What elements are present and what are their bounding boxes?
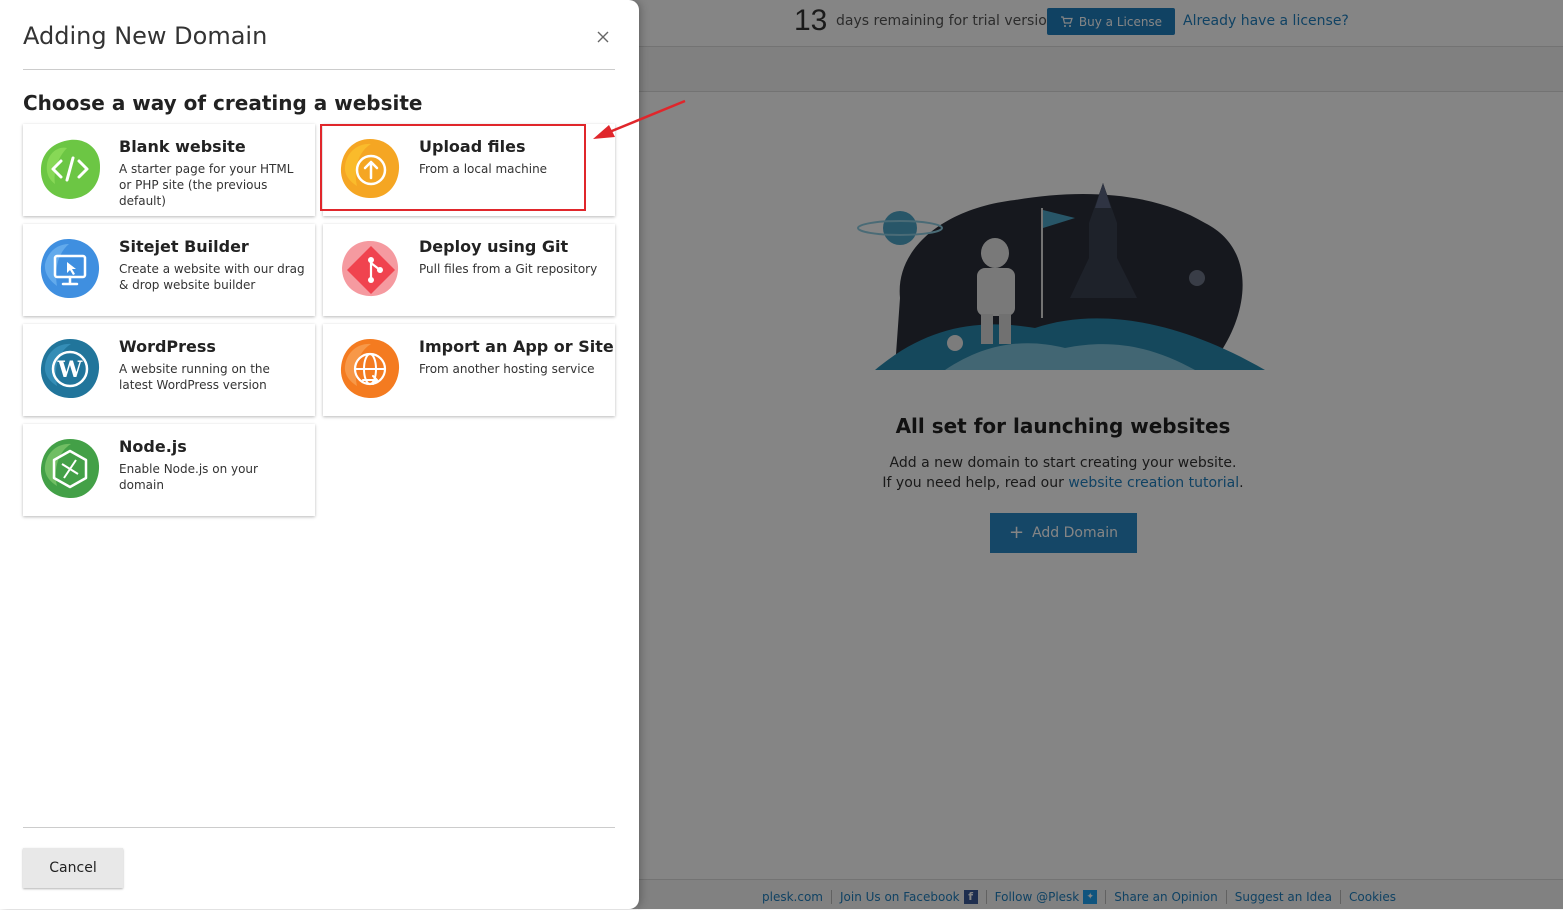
option-title: Blank website — [119, 137, 246, 156]
option-description: A website running on the latest WordPres… — [119, 362, 270, 392]
wordpress-icon: W — [40, 339, 100, 399]
option-title: Deploy using Git — [419, 237, 569, 256]
monitor-cursor-icon — [40, 238, 100, 299]
option-blank-website[interactable]: Blank website A starter page for your HT… — [23, 124, 315, 216]
option-title: WordPress — [119, 337, 216, 356]
close-icon — [597, 31, 609, 43]
code-icon — [40, 139, 101, 199]
option-title: Node.js — [119, 437, 187, 456]
option-description: Create a website with our drag & drop we… — [119, 262, 305, 292]
upload-arrow-icon — [340, 139, 400, 199]
option-description: A starter page for your HTML or PHP site… — [119, 162, 294, 208]
option-upload-files[interactable]: Upload files From a local machine — [323, 124, 615, 216]
option-wordpress[interactable]: W WordPress A website running on the lat… — [23, 324, 315, 416]
option-title: Upload files — [419, 137, 526, 156]
option-description: From a local machine — [419, 162, 548, 176]
drawer-title: Adding New Domain — [23, 22, 268, 50]
adding-domain-drawer: Adding New Domain Choose a way of creati… — [0, 0, 639, 909]
option-nodejs[interactable]: Node.js Enable Node.js on your domain — [23, 424, 315, 516]
option-deploy-git[interactable]: Deploy using Git Pull files from a Git r… — [323, 224, 615, 316]
svg-text:W: W — [57, 357, 83, 383]
cancel-button[interactable]: Cancel — [23, 848, 123, 888]
option-title: Sitejet Builder — [119, 237, 249, 256]
divider — [23, 827, 615, 828]
option-description: From another hosting service — [419, 362, 595, 376]
option-import-app[interactable]: Import an App or Site From another hosti… — [323, 324, 615, 416]
close-button[interactable] — [592, 26, 614, 48]
option-title: Import an App or Site — [419, 337, 614, 356]
option-sitejet-builder[interactable]: Sitejet Builder Create a website with ou… — [23, 224, 315, 316]
divider — [23, 69, 615, 70]
option-description: Pull files from a Git repository — [419, 262, 598, 276]
section-title: Choose a way of creating a website — [23, 91, 423, 115]
option-description: Enable Node.js on your domain — [119, 462, 258, 492]
globe-import-icon — [340, 339, 400, 399]
nodejs-icon — [40, 439, 100, 499]
git-icon — [342, 241, 399, 297]
